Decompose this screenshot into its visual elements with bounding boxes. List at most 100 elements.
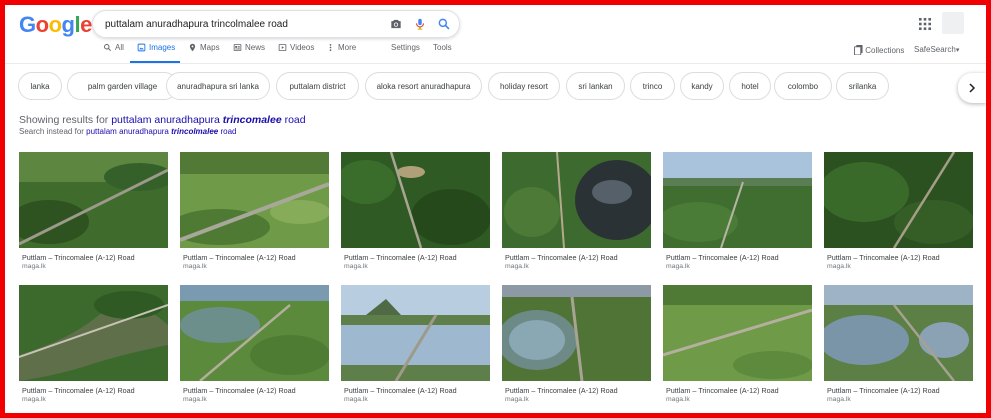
chip-label: colombo <box>787 81 819 91</box>
caret-down-icon: ▾ <box>955 47 960 54</box>
chip-label: puttalam district <box>289 81 346 91</box>
result-thumbnail[interactable] <box>19 285 168 381</box>
account-avatar[interactable] <box>942 12 964 34</box>
chips-next-button[interactable] <box>958 73 986 103</box>
result-source[interactable]: maga.lk <box>505 396 529 403</box>
result-title[interactable]: Puttlam – Trincomalee (A-12) Road <box>22 386 135 395</box>
search-input[interactable] <box>105 16 375 32</box>
tools-label: Tools <box>433 43 452 52</box>
chip[interactable]: aloka resort anuradhapura <box>365 72 482 100</box>
result-source[interactable]: maga.lk <box>22 263 46 270</box>
corrected-query-link[interactable]: puttalam anuradhapura trincomalee road <box>111 114 305 126</box>
tab-label: Images <box>149 43 176 52</box>
result-source[interactable]: maga.lk <box>666 396 690 403</box>
result-thumbnail[interactable] <box>180 152 329 248</box>
tab-videos[interactable]: Videos <box>278 43 314 63</box>
result-title[interactable]: Puttlam – Trincomalee (A-12) Road <box>183 253 296 262</box>
collections-icon <box>854 45 863 56</box>
logo-letter: G <box>19 12 36 37</box>
result-source[interactable]: maga.lk <box>22 396 46 403</box>
result-title[interactable]: Puttlam – Trincomalee (A-12) Road <box>827 386 940 395</box>
search-icon <box>104 44 112 52</box>
chip[interactable]: hotel <box>729 72 771 100</box>
result-thumbnail[interactable] <box>180 285 329 381</box>
tab-label: All <box>115 43 124 52</box>
chip-label: srilanka <box>848 81 877 91</box>
result-title[interactable]: Puttlam – Trincomalee (A-12) Road <box>827 253 940 262</box>
google-logo[interactable]: Google <box>19 12 92 38</box>
result-title[interactable]: Puttlam – Trincomalee (A-12) Road <box>22 253 135 262</box>
chip[interactable]: colombo <box>774 72 832 100</box>
result-source[interactable]: maga.lk <box>183 396 207 403</box>
chip[interactable]: srilanka <box>836 72 889 100</box>
chip[interactable]: sri lankan <box>566 72 625 100</box>
result-source[interactable]: maga.lk <box>666 263 690 270</box>
result-source[interactable]: maga.lk <box>344 263 368 270</box>
original-query-link[interactable]: puttalam anuradhapura trincolmalee road <box>86 127 236 136</box>
instead-prefix: Search instead for <box>19 127 87 136</box>
result-title[interactable]: Puttlam – Trincomalee (A-12) Road <box>344 253 457 262</box>
tab-all[interactable]: All <box>103 43 124 63</box>
original-query-text: puttalam anuradhapura <box>86 127 172 136</box>
corrected-query-text: puttalam anuradhapura <box>111 114 223 126</box>
logo-letter: e <box>80 12 92 37</box>
tab-label: More <box>338 43 357 52</box>
result-thumbnail[interactable] <box>824 152 973 248</box>
result-title[interactable]: Puttlam – Trincomalee (A-12) Road <box>666 386 779 395</box>
chip[interactable]: palm garden village <box>67 72 178 100</box>
collections-link[interactable]: Collections <box>854 45 904 56</box>
safesearch-dropdown[interactable]: SafeSearch▾ <box>914 45 959 54</box>
chip-label: anuradhapura sri lanka <box>177 81 259 91</box>
settings-label: Settings <box>391 43 420 52</box>
chip[interactable]: trinco <box>630 72 675 100</box>
microphone-icon[interactable] <box>413 17 427 31</box>
chip-label: aloka resort anuradhapura <box>376 81 471 91</box>
search-icon[interactable] <box>437 17 451 31</box>
original-word: trincolmalee <box>171 127 219 136</box>
result-title[interactable]: Puttlam – Trincomalee (A-12) Road <box>666 253 779 262</box>
result-title[interactable]: Puttlam – Trincomalee (A-12) Road <box>183 386 296 395</box>
chip[interactable]: anuradhapura sri lanka <box>166 72 270 100</box>
result-thumbnail[interactable] <box>663 285 812 381</box>
result-thumbnail[interactable] <box>824 285 973 381</box>
apps-grid-icon[interactable] <box>919 18 931 30</box>
result-source[interactable]: maga.lk <box>505 263 529 270</box>
logo-letter: o <box>48 12 62 37</box>
news-icon <box>233 44 242 51</box>
tab-more[interactable]: More <box>326 43 356 63</box>
video-icon <box>278 44 287 51</box>
chip[interactable]: kandy <box>680 72 724 100</box>
settings-link[interactable]: Settings <box>391 43 420 63</box>
header-divider <box>0 63 991 64</box>
tab-news[interactable]: News <box>233 43 265 63</box>
image-icon <box>137 43 146 52</box>
camera-icon[interactable] <box>389 17 403 31</box>
result-source[interactable]: maga.lk <box>344 396 368 403</box>
corrected-word: trincomalee <box>222 114 282 126</box>
result-thumbnail[interactable] <box>502 152 651 248</box>
original-query-suffix: road <box>218 127 237 136</box>
result-thumbnail[interactable] <box>663 152 812 248</box>
chip[interactable]: holiday resort <box>488 72 560 100</box>
result-source[interactable]: maga.lk <box>183 263 207 270</box>
result-thumbnail[interactable] <box>341 285 490 381</box>
tools-link[interactable]: Tools <box>433 43 452 63</box>
showing-results-for: Showing results for puttalam anuradhapur… <box>19 114 306 126</box>
map-pin-icon <box>189 43 196 52</box>
chip[interactable]: puttalam district <box>276 72 359 100</box>
tab-images[interactable]: Images <box>137 43 175 63</box>
search-box <box>92 10 460 38</box>
result-source[interactable]: maga.lk <box>827 396 851 403</box>
chip-label: hotel <box>741 81 759 91</box>
result-thumbnail[interactable] <box>19 152 168 248</box>
result-thumbnail[interactable] <box>502 285 651 381</box>
tab-maps[interactable]: Maps <box>188 43 220 63</box>
result-title[interactable]: Puttlam – Trincomalee (A-12) Road <box>344 386 457 395</box>
more-vert-icon <box>329 44 332 51</box>
result-thumbnail[interactable] <box>341 152 490 248</box>
result-source[interactable]: maga.lk <box>827 263 851 270</box>
result-title[interactable]: Puttlam – Trincomalee (A-12) Road <box>505 253 618 262</box>
chip-label: sri lankan <box>578 81 613 91</box>
result-title[interactable]: Puttlam – Trincomalee (A-12) Road <box>505 386 618 395</box>
chip[interactable]: lanka <box>18 72 62 100</box>
